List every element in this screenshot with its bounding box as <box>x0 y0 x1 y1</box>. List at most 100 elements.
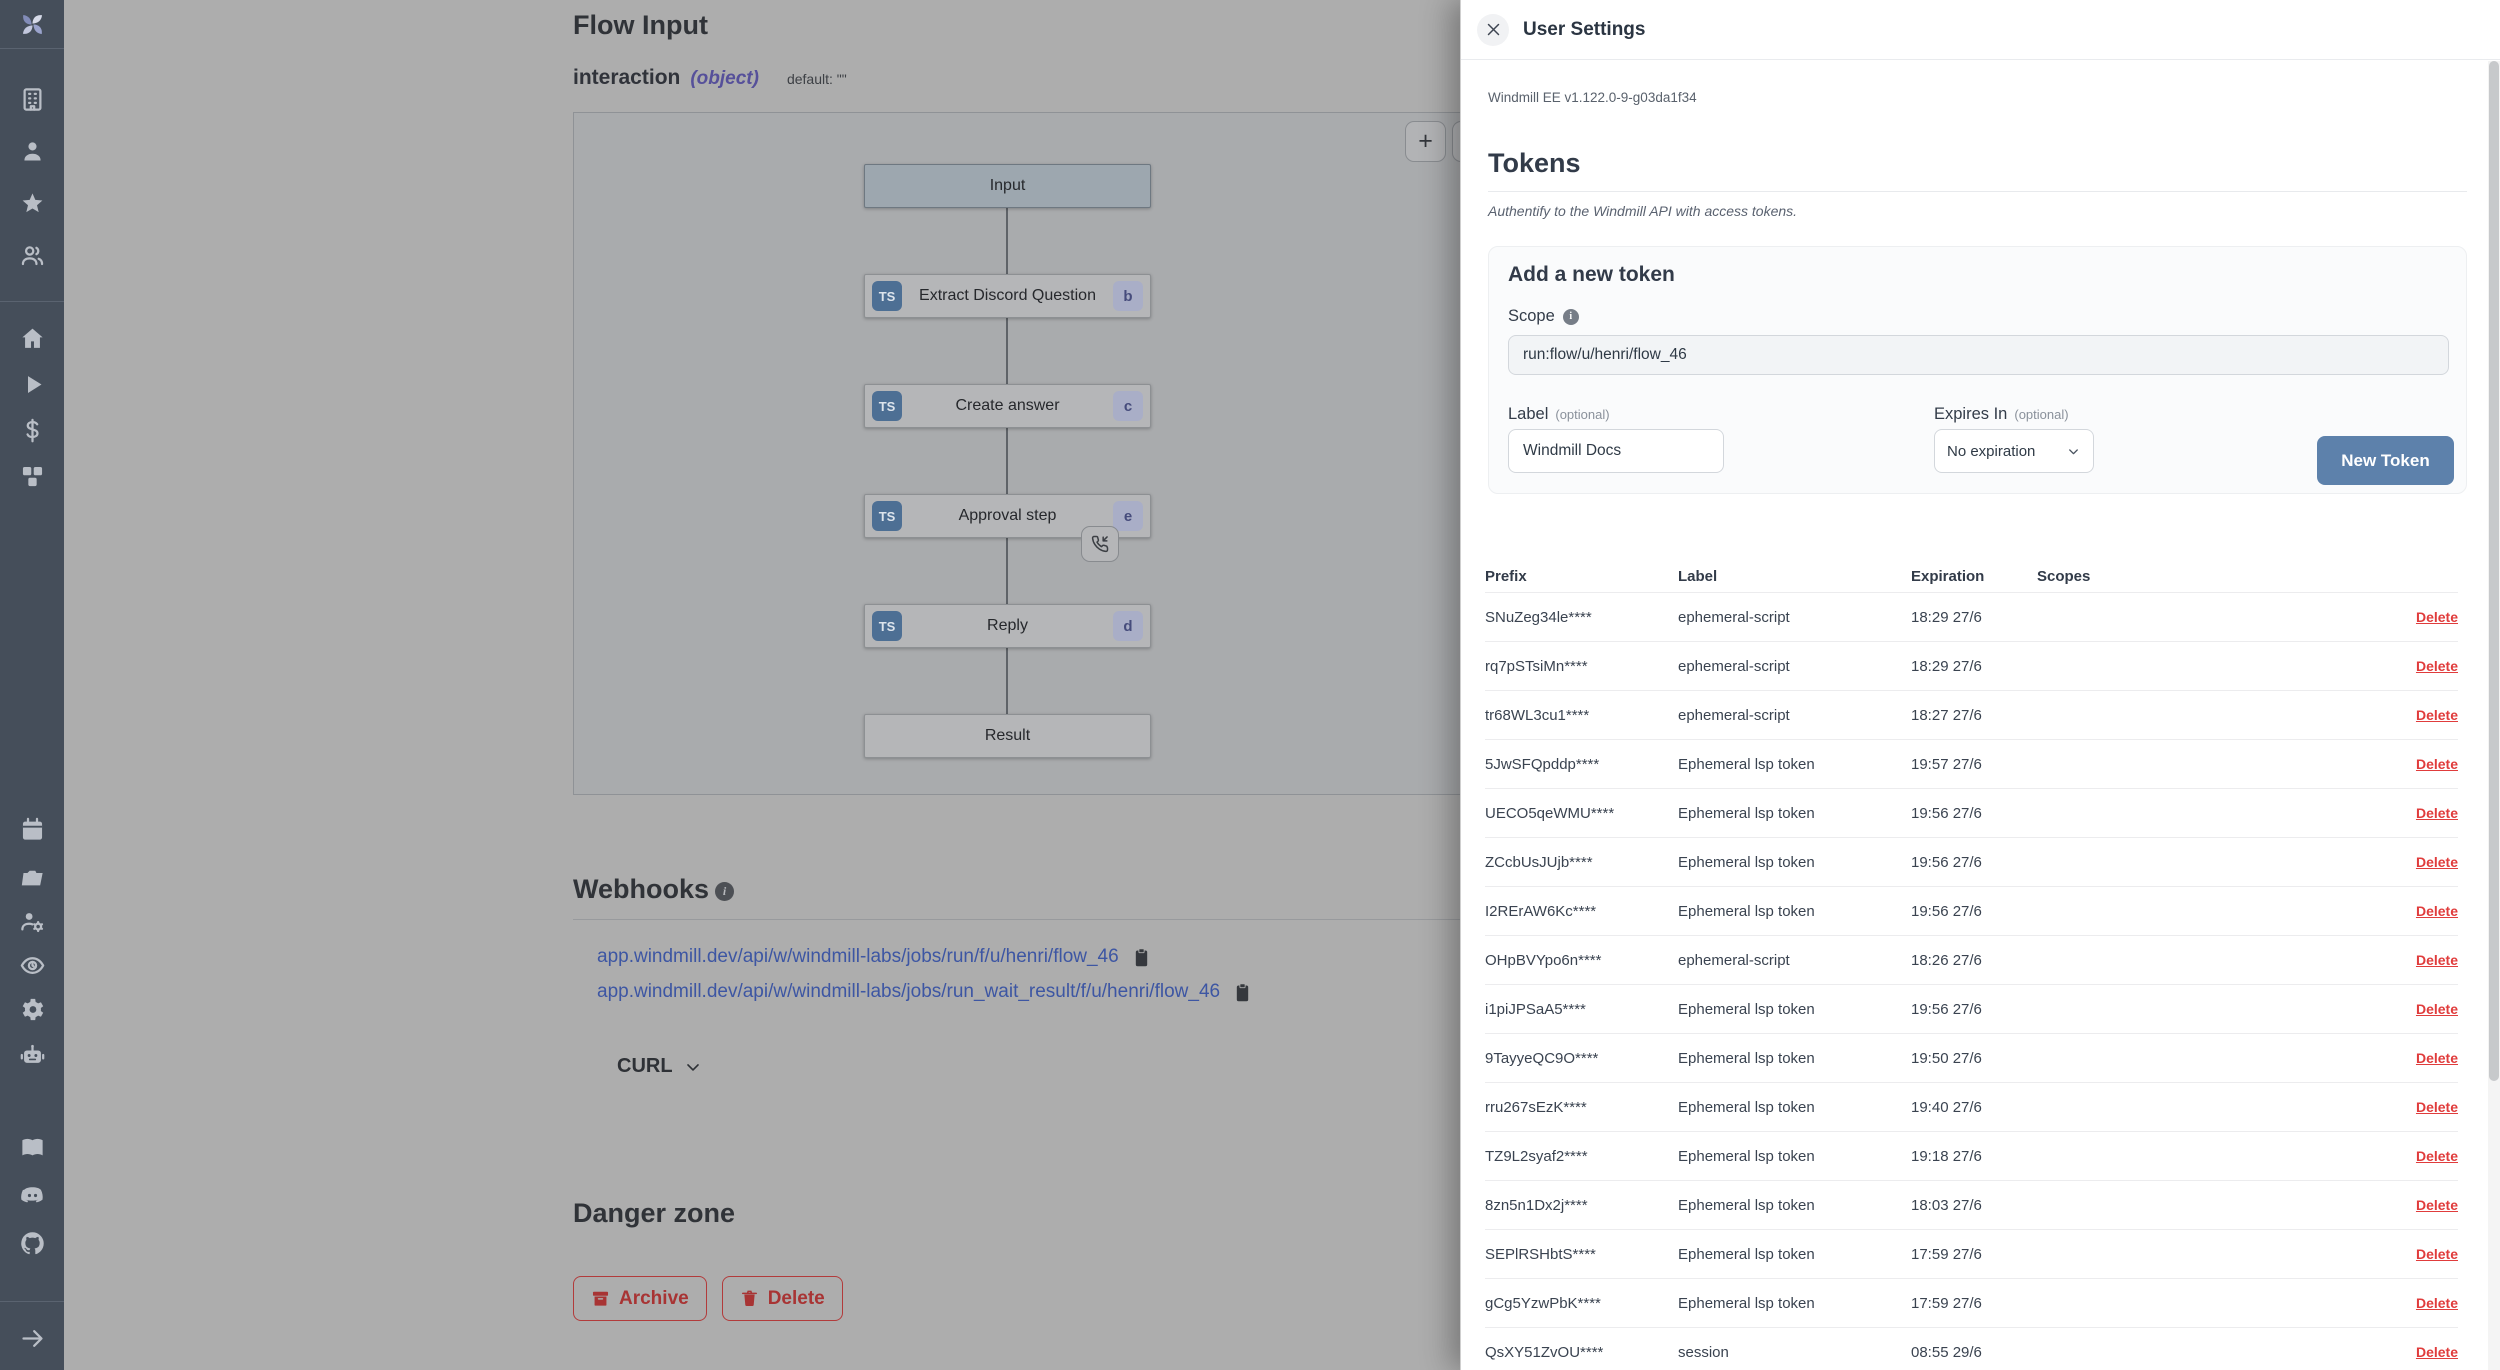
sidebar-item-user[interactable] <box>0 129 64 173</box>
delete-token-link[interactable]: Delete <box>2416 1295 2458 1311</box>
arrow-right-icon <box>19 1325 46 1352</box>
delete-token-link[interactable]: Delete <box>2416 805 2458 821</box>
token-expiration: 17:59 27/6 <box>1911 1295 2037 1312</box>
sidebar-item-workspace[interactable] <box>0 77 64 121</box>
sidebar-item-audit-logs[interactable] <box>0 943 64 987</box>
token-expiration: 19:56 27/6 <box>1911 854 2037 871</box>
header-prefix: Prefix <box>1485 568 1678 585</box>
sidebar-item-docs[interactable] <box>0 1125 64 1169</box>
flow-node-input[interactable]: Input <box>864 164 1151 208</box>
sidebar-item-settings[interactable] <box>0 987 64 1031</box>
delete-token-link[interactable]: Delete <box>2416 1001 2458 1017</box>
users-icon <box>19 242 46 269</box>
delete-token-link[interactable]: Delete <box>2416 1197 2458 1213</box>
app-version: Windmill EE v1.122.0-9-g03da1f34 <box>1488 90 1697 105</box>
delete-token-link[interactable]: Delete <box>2416 756 2458 772</box>
webhook-link-row: app.windmill.dev/api/w/windmill-labs/job… <box>597 946 1461 968</box>
calendar-icon <box>19 816 46 843</box>
sidebar-divider <box>0 301 64 302</box>
sidebar-item-github[interactable] <box>0 1221 64 1265</box>
param-name: interaction <box>573 66 680 90</box>
delete-token-link[interactable]: Delete <box>2416 854 2458 870</box>
sidebar-item-home[interactable] <box>0 316 64 360</box>
token-prefix: SEPlRSHbtS**** <box>1485 1246 1678 1263</box>
sidebar-item-folders[interactable] <box>0 855 64 899</box>
sidebar-item-variables[interactable] <box>0 408 64 452</box>
flow-node-create-answer[interactable]: TSCreate answerc <box>864 384 1151 428</box>
phone-incoming-icon <box>1090 534 1110 554</box>
scope-label: Scope <box>1508 307 1555 326</box>
flow-node-extract-discord-question[interactable]: TSExtract Discord Questionb <box>864 274 1151 318</box>
delete-token-link[interactable]: Delete <box>2416 658 2458 674</box>
step-id-badge: b <box>1113 281 1143 311</box>
windmill-logo-icon[interactable] <box>0 0 64 48</box>
close-drawer-button[interactable] <box>1477 14 1509 46</box>
gear-icon <box>19 996 46 1023</box>
delete-token-link[interactable]: Delete <box>2416 707 2458 723</box>
add-token-title: Add a new token <box>1508 263 1675 287</box>
delete-token-link[interactable]: Delete <box>2416 609 2458 625</box>
flow-node-result[interactable]: Result <box>864 714 1151 758</box>
delete-token-link[interactable]: Delete <box>2416 1099 2458 1115</box>
delete-flow-button[interactable]: Delete <box>722 1276 843 1321</box>
clipboard-icon <box>1131 947 1152 968</box>
sidebar-item-resources[interactable] <box>0 454 64 498</box>
sidebar-item-openai[interactable] <box>0 1033 64 1077</box>
token-label: Ephemeral lsp token <box>1678 1099 1911 1116</box>
sidebar-item-schedules[interactable] <box>0 807 64 851</box>
sidebar-item-discord[interactable] <box>0 1173 64 1217</box>
home-icon <box>19 325 46 352</box>
token-expiration: 08:55 29/6 <box>1911 1344 2037 1361</box>
header-label: Label <box>1678 568 1911 585</box>
archive-icon <box>591 1289 610 1308</box>
sidebar-item-groups[interactable] <box>0 233 64 277</box>
step-id-badge: e <box>1113 501 1143 531</box>
header-expiration: Expiration <box>1911 568 2037 585</box>
sidebar-item-favorites[interactable] <box>0 181 64 225</box>
user-gear-icon <box>19 908 46 935</box>
expires-in-select[interactable]: No expiration <box>1934 429 2094 473</box>
token-label: Ephemeral lsp token <box>1678 805 1911 822</box>
delete-token-link[interactable]: Delete <box>2416 1050 2458 1066</box>
token-label: Ephemeral lsp token <box>1678 1148 1911 1165</box>
flow-canvas: Input TSExtract Discord Questionb TSCreate… <box>573 112 1461 795</box>
scope-input[interactable] <box>1508 335 2449 375</box>
flow-node-label: Create answer <box>902 397 1113 415</box>
token-label: Ephemeral lsp token <box>1678 1050 1911 1067</box>
drawer-scrollbar-thumb[interactable] <box>2489 61 2499 1081</box>
star-icon <box>19 190 46 217</box>
canvas-zoom-in-button[interactable]: + <box>1405 121 1446 162</box>
expires-label: Expires In <box>1934 405 2007 424</box>
archive-flow-button[interactable]: Archive <box>573 1276 707 1321</box>
token-label: Ephemeral lsp token <box>1678 1246 1911 1263</box>
delete-token-link[interactable]: Delete <box>2416 903 2458 919</box>
delete-token-link[interactable]: Delete <box>2416 952 2458 968</box>
token-row: i1piJPSaA5****Ephemeral lsp token19:56 2… <box>1485 984 2458 1033</box>
user-icon <box>19 138 46 165</box>
webhook-url-link[interactable]: app.windmill.dev/api/w/windmill-labs/job… <box>597 946 1119 968</box>
curl-label: CURL <box>617 1055 673 1078</box>
token-label-input[interactable] <box>1508 429 1724 473</box>
clipboard-icon <box>1232 982 1253 1003</box>
token-prefix: gCg5YzwPbK**** <box>1485 1295 1678 1312</box>
flow-input-title: Flow Input <box>573 10 708 41</box>
chevron-down-icon <box>683 1057 703 1077</box>
webhooks-title-text: Webhooks <box>573 874 709 905</box>
sidebar-item-workers[interactable] <box>0 899 64 943</box>
token-row: SEPlRSHbtS****Ephemeral lsp token17:59 2… <box>1485 1229 2458 1278</box>
new-token-button[interactable]: New Token <box>2317 436 2454 485</box>
sidebar-collapse-toggle[interactable] <box>0 1316 64 1360</box>
delete-token-link[interactable]: Delete <box>2416 1246 2458 1262</box>
suspend-approval-badge[interactable] <box>1081 526 1119 562</box>
delete-token-link[interactable]: Delete <box>2416 1344 2458 1360</box>
sidebar-item-runs[interactable] <box>0 362 64 406</box>
tokens-subtitle: Authentify to the Windmill API with acce… <box>1488 203 1797 219</box>
copy-to-clipboard-button[interactable] <box>1232 982 1253 1003</box>
delete-token-link[interactable]: Delete <box>2416 1148 2458 1164</box>
curl-toggle[interactable]: CURL <box>617 1055 1461 1078</box>
token-prefix: rq7pSTsiMn**** <box>1485 658 1678 675</box>
webhook-url-link[interactable]: app.windmill.dev/api/w/windmill-labs/job… <box>597 981 1220 1003</box>
flow-node-reply[interactable]: TSReplyd <box>864 604 1151 648</box>
copy-to-clipboard-button[interactable] <box>1131 947 1152 968</box>
dollar-icon <box>19 417 46 444</box>
